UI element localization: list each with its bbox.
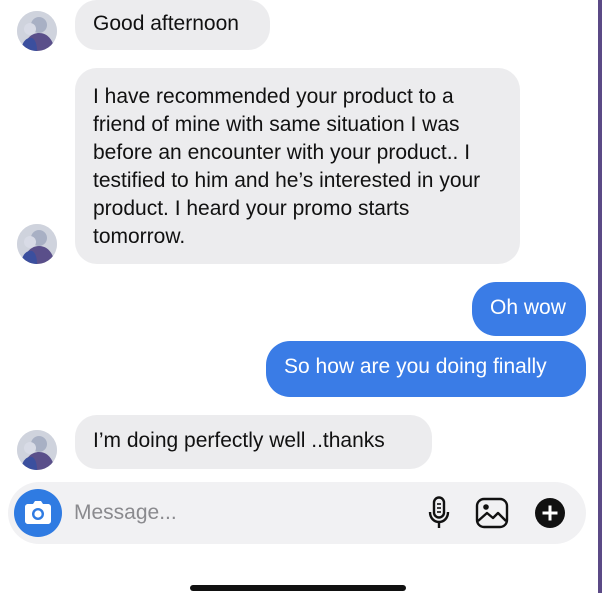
avatar[interactable] bbox=[17, 430, 57, 470]
message-outgoing[interactable]: Oh wow bbox=[472, 282, 586, 336]
avatar-photo bbox=[17, 224, 57, 264]
avatar[interactable] bbox=[17, 11, 57, 51]
window-edge bbox=[598, 0, 602, 593]
avatar[interactable] bbox=[17, 224, 57, 264]
message-outgoing[interactable]: So how are you doing finally bbox=[266, 341, 586, 397]
message-incoming[interactable]: Good afternoon bbox=[75, 0, 270, 50]
avatar-photo bbox=[17, 430, 57, 470]
camera-button[interactable] bbox=[14, 489, 62, 537]
gallery-icon[interactable] bbox=[475, 497, 509, 529]
plus-icon[interactable] bbox=[534, 497, 566, 529]
message-composer bbox=[8, 482, 586, 544]
home-indicator[interactable] bbox=[190, 585, 406, 591]
message-input[interactable] bbox=[74, 499, 394, 527]
message-incoming[interactable]: I’m doing perfectly well ..thanks bbox=[75, 415, 432, 469]
message-incoming[interactable]: I have recommended your product to a fri… bbox=[75, 68, 520, 264]
microphone-icon[interactable] bbox=[428, 496, 450, 530]
camera-icon bbox=[25, 501, 51, 524]
avatar-photo bbox=[17, 11, 57, 51]
